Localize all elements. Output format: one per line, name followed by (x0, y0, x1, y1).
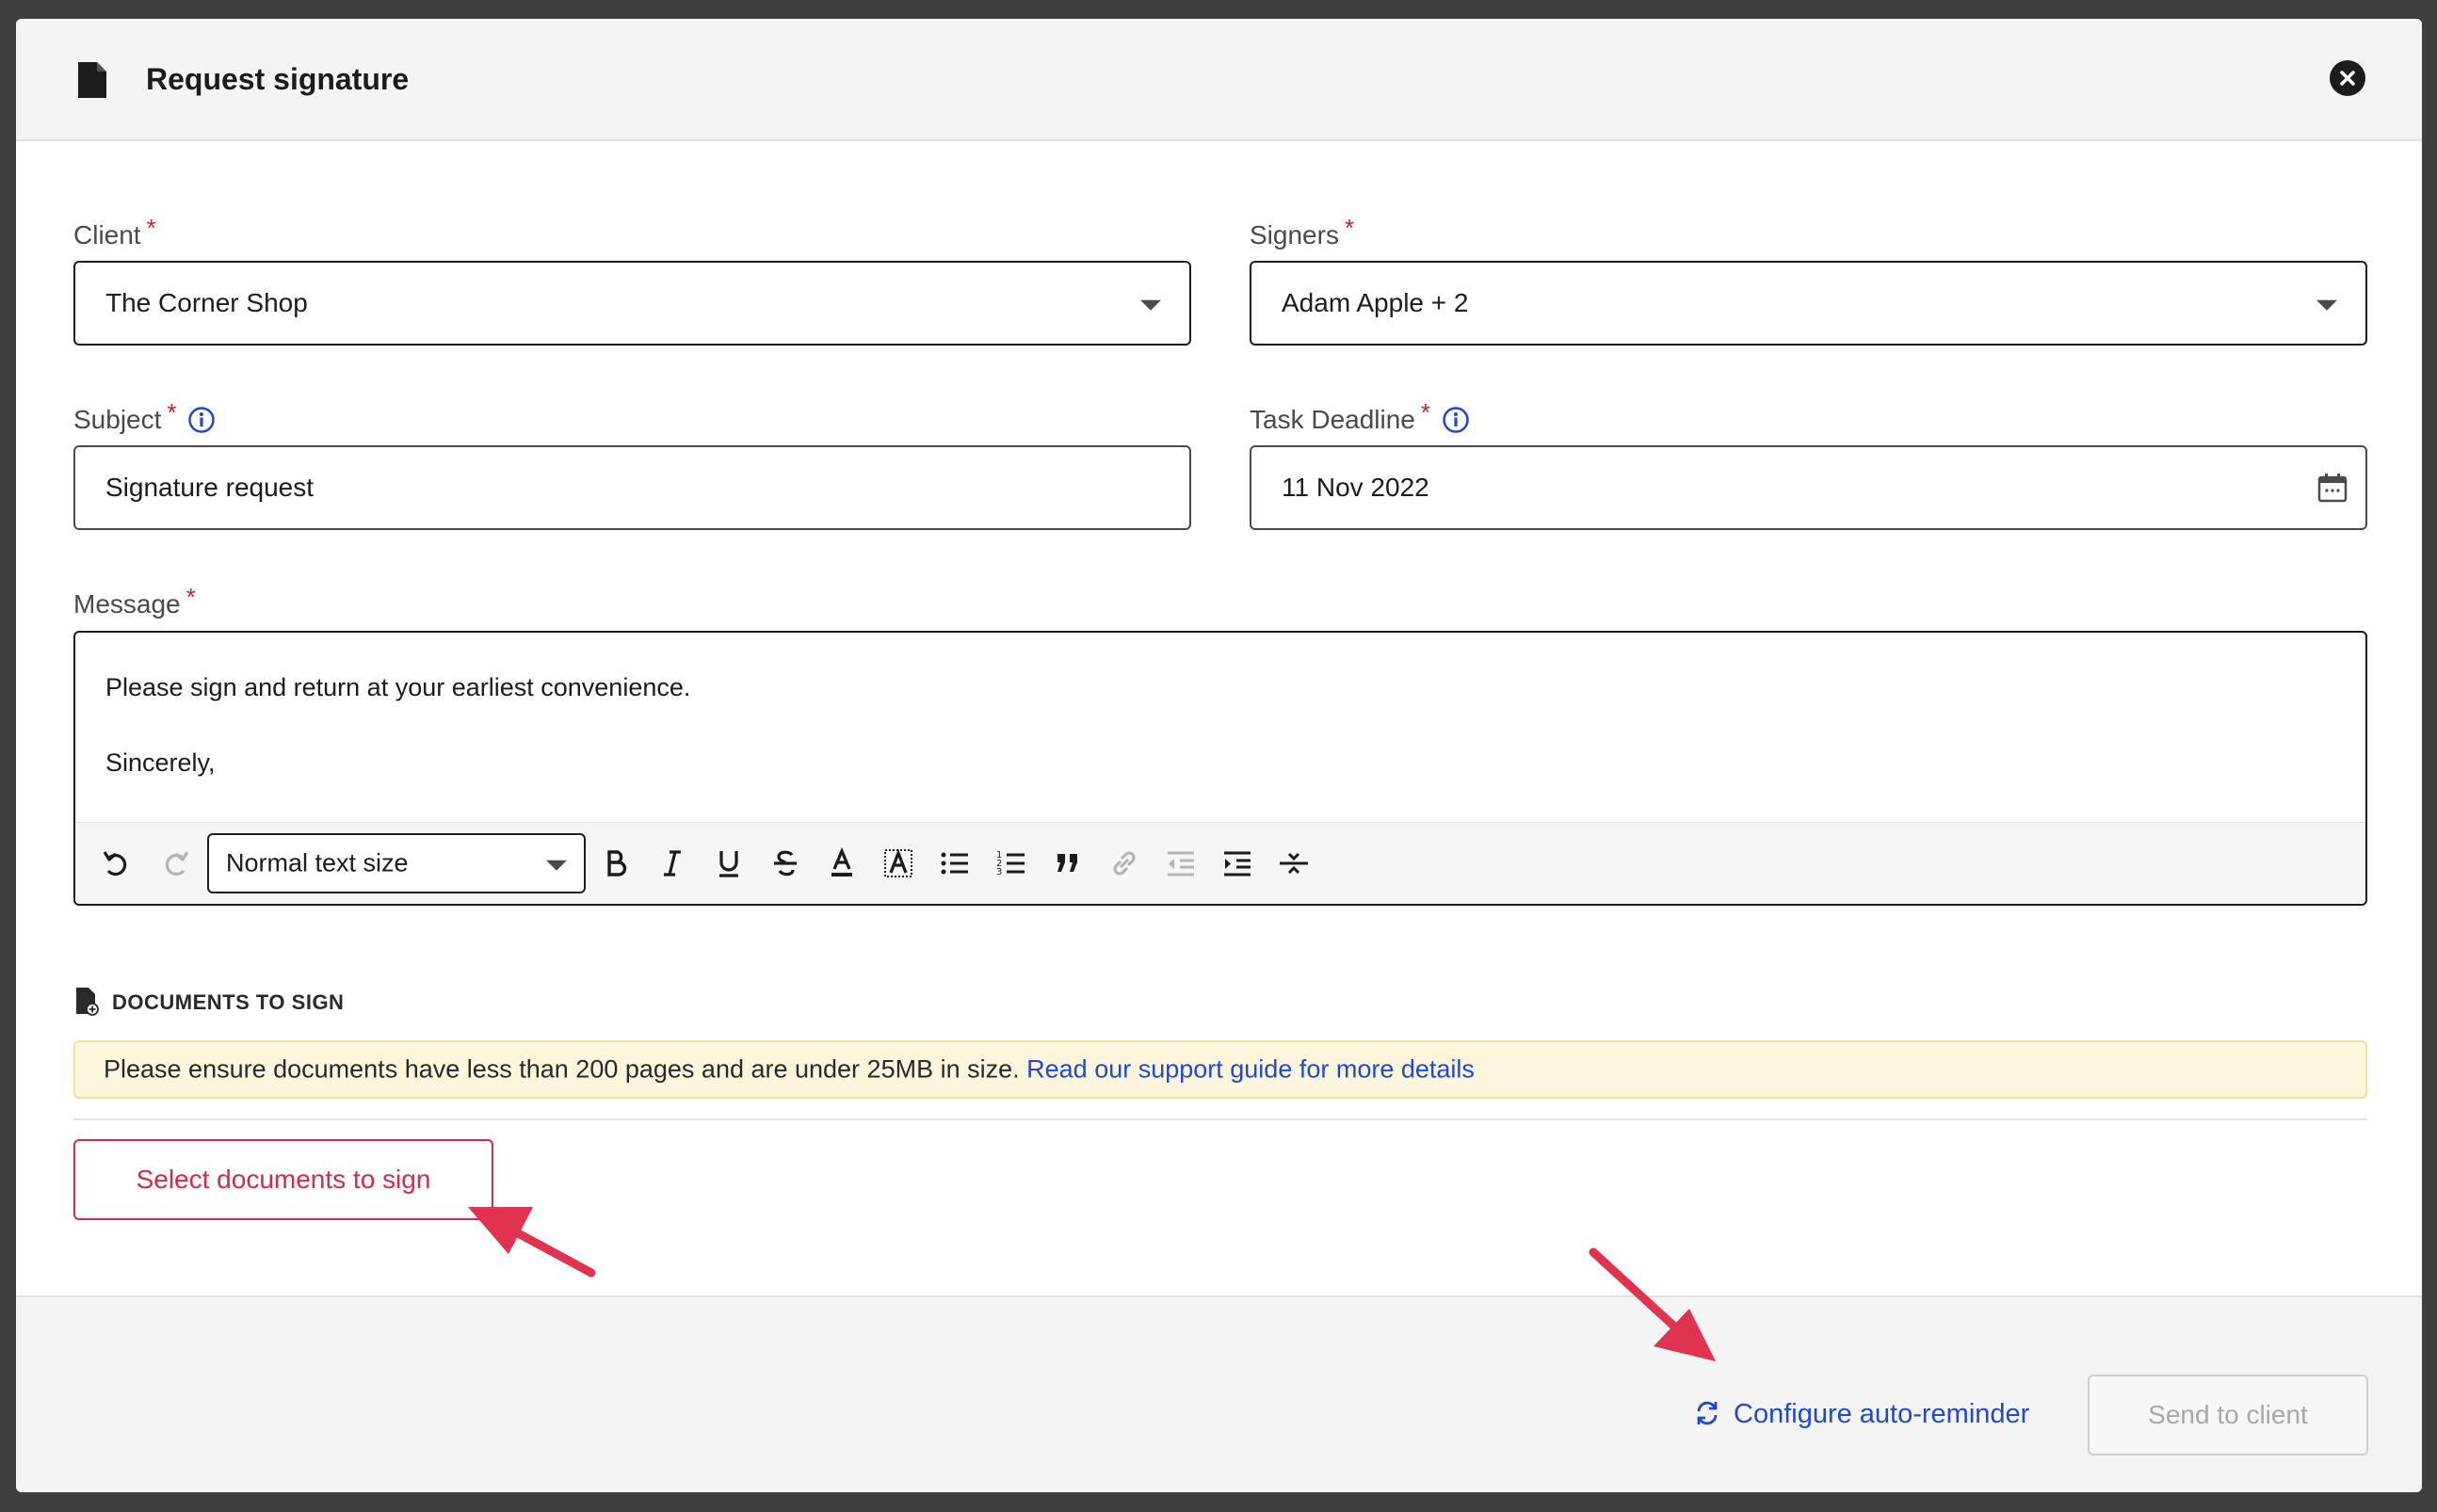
horizontal-rule-icon[interactable] (1277, 846, 1311, 880)
dialog-header: Request signature (16, 19, 2422, 141)
calendar-icon[interactable] (2316, 472, 2348, 504)
documents-size-notice: Please ensure documents have less than 2… (73, 1040, 2367, 1099)
document-icon (78, 62, 106, 98)
numbered-list-icon[interactable]: 1 2 3 (994, 846, 1028, 880)
support-guide-link[interactable]: Read our support guide for more details (1026, 1055, 1475, 1084)
refresh-icon (1697, 1402, 1718, 1425)
configure-auto-reminder-link[interactable]: Configure auto-reminder (1692, 1399, 2029, 1430)
divider (73, 1118, 2367, 1120)
undo-icon[interactable] (100, 846, 134, 880)
chevron-down-icon (1140, 299, 1161, 311)
message-line: Please sign and return at your earliest … (105, 673, 691, 701)
link-icon[interactable] (1107, 846, 1141, 880)
required-mark: * (1420, 398, 1430, 426)
italic-icon[interactable] (655, 846, 689, 880)
dialog-title: Request signature (146, 62, 410, 96)
dialog-footer: Configure auto-reminder Send to client (16, 1295, 2422, 1492)
chevron-down-icon (546, 860, 567, 871)
text-color-icon[interactable] (825, 846, 859, 880)
close-button[interactable] (2330, 60, 2365, 96)
required-mark: * (1344, 214, 1355, 242)
outdent-icon[interactable] (1164, 846, 1198, 880)
required-mark: * (167, 398, 177, 426)
subject-input[interactable]: Signature request (73, 445, 1191, 530)
client-label: Client * (73, 214, 156, 249)
message-content[interactable]: Please sign and return at your earliest … (105, 668, 690, 781)
task-deadline-input[interactable]: 11 Nov 2022 (1250, 445, 2367, 530)
text-size-select[interactable]: Normal text size (207, 833, 586, 893)
message-label: Message * (73, 583, 196, 619)
document-add-icon (76, 988, 99, 1016)
quote-icon[interactable] (1051, 846, 1085, 880)
message-line: Sincerely, (105, 748, 216, 777)
message-editor[interactable]: Please sign and return at your earliest … (73, 631, 2367, 906)
required-mark: * (146, 214, 156, 242)
info-icon[interactable] (1442, 406, 1470, 434)
chevron-down-icon (2316, 299, 2337, 311)
indent-icon[interactable] (1220, 846, 1254, 880)
close-icon (2340, 71, 2355, 86)
request-signature-dialog: Request signature Client * The Corner Sho… (16, 19, 2422, 1492)
task-deadline-label: Task Deadline * (1250, 398, 1470, 436)
editor-toolbar: Normal text size 1 2 3 (75, 822, 2365, 904)
documents-section-title: DOCUMENTS TO SIGN (74, 988, 344, 1019)
signers-select[interactable]: Adam Apple + 2 (1250, 261, 2367, 346)
redo-icon[interactable] (158, 846, 192, 880)
highlight-color-icon[interactable] (881, 846, 915, 880)
required-mark: * (186, 583, 196, 611)
send-to-client-button[interactable]: Send to client (2088, 1375, 2368, 1456)
signers-label: Signers * (1250, 214, 1355, 249)
select-documents-button[interactable]: Select documents to sign (73, 1139, 493, 1220)
strikethrough-icon[interactable] (768, 846, 802, 880)
svg-text:3: 3 (996, 867, 1002, 877)
subject-label: Subject * (73, 398, 216, 436)
bold-icon[interactable] (599, 846, 633, 880)
client-select[interactable]: The Corner Shop (73, 261, 1191, 346)
bullet-list-icon[interactable] (938, 846, 972, 880)
info-icon[interactable] (187, 406, 216, 434)
underline-icon[interactable] (712, 846, 746, 880)
